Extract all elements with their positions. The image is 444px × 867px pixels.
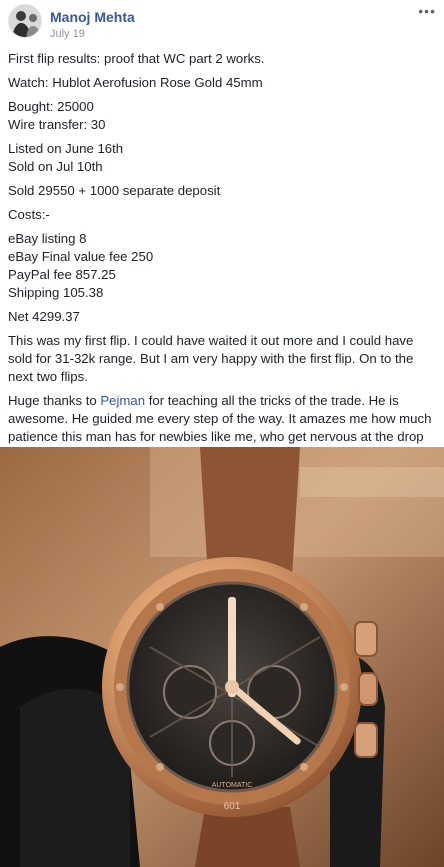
more-options-icon[interactable]: ••• xyxy=(418,3,436,19)
post-text-line: Wire transfer: 30 xyxy=(8,117,106,132)
post-text-line: eBay listing 8 xyxy=(8,231,87,246)
post-text-line: PayPal fee 857.25 xyxy=(8,267,116,282)
post-text-line: First flip results: proof that WC part 2… xyxy=(8,51,265,66)
post-text-block: eBay listing 8 eBay Final value fee 250 … xyxy=(8,230,438,302)
post-photo[interactable]: 601 AUTOMATIC xyxy=(0,447,444,867)
avatar[interactable] xyxy=(8,4,42,38)
post-text-block: Bought: 25000 Wire transfer: 30 xyxy=(8,98,438,134)
facebook-post: Manoj Mehta July 19 ••• First flip resul… xyxy=(0,0,444,867)
post-text-block: Listed on June 16th Sold on Jul 10th xyxy=(8,140,438,176)
post-text-line: Sold 29550 + 1000 separate deposit xyxy=(8,183,221,198)
post-text-line: Net 4299.37 xyxy=(8,309,80,324)
post-text-line: Bought: 25000 xyxy=(8,99,94,114)
post-text-line: Shipping 105.38 xyxy=(8,285,104,300)
post-text-paragraph: This was my first flip. I could have wai… xyxy=(8,333,414,384)
dial-date-window: 601 xyxy=(224,801,241,812)
mention-link-pejman[interactable]: Pejman xyxy=(100,393,145,408)
post-text-line: Sold on Jul 10th xyxy=(8,159,103,174)
post-text-line: Costs:- xyxy=(8,207,50,222)
post-body: First flip results: proof that WC part 2… xyxy=(8,50,438,470)
post-text-line: Watch: Hublot Aerofusion Rose Gold 45mm xyxy=(8,75,263,90)
post-text-line: Listed on June 16th xyxy=(8,141,124,156)
author-name[interactable]: Manoj Mehta xyxy=(50,9,135,25)
post-text-line: eBay Final value fee 250 xyxy=(8,249,154,264)
avatar-photo-icon xyxy=(9,5,41,37)
dial-automatic-text: AUTOMATIC xyxy=(212,782,253,789)
post-text-segment: Huge thanks to xyxy=(8,393,101,408)
watch-photo: 601 AUTOMATIC xyxy=(0,447,444,867)
post-date[interactable]: July 19 xyxy=(50,28,85,40)
post-header: Manoj Mehta July 19 ••• xyxy=(0,0,444,44)
